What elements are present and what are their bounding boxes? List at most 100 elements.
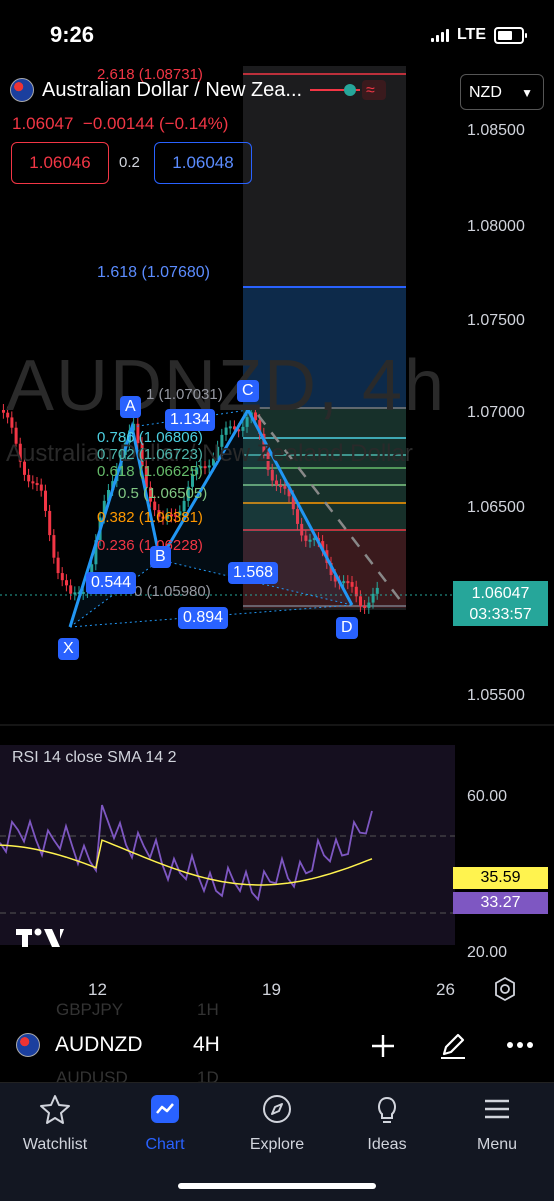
candle-body bbox=[69, 585, 73, 594]
nav-label: Ideas bbox=[367, 1136, 407, 1153]
fib-label-2618: 2.618 (1.08731) bbox=[97, 66, 203, 83]
home-indicator bbox=[178, 1183, 376, 1189]
symbol-flag-icon bbox=[16, 1033, 40, 1057]
time-axis-label: 19 bbox=[262, 980, 281, 999]
star-icon bbox=[40, 1095, 70, 1124]
candle-body bbox=[27, 474, 31, 482]
time-axis-label: 26 bbox=[436, 980, 455, 999]
fib-label-05: 0.5 (1.06505) bbox=[118, 485, 208, 502]
status-time: 9:26 bbox=[50, 22, 95, 47]
market-status-icon: ≈ bbox=[310, 80, 387, 100]
pattern-point-a: A bbox=[120, 396, 141, 418]
price-axis-label: 1.08000 bbox=[467, 218, 525, 235]
tradingview-logo-icon bbox=[16, 928, 64, 947]
candle-body bbox=[350, 582, 354, 587]
drawing-pen-icon[interactable] bbox=[438, 1030, 468, 1060]
candle-body bbox=[56, 557, 60, 574]
buy-button[interactable]: 1.06048 bbox=[154, 142, 252, 184]
ratio-xb: 0.544 bbox=[86, 572, 137, 594]
signal-icon bbox=[430, 28, 449, 42]
more-icon[interactable] bbox=[506, 1040, 534, 1050]
nav-chart[interactable]: Chart bbox=[110, 1093, 220, 1154]
rsi-sma-value: 35.59 bbox=[453, 867, 548, 889]
candle-body bbox=[375, 587, 379, 594]
menu-icon bbox=[485, 1099, 509, 1119]
fib-label-0702: 0.702 (1.06723) bbox=[97, 446, 203, 463]
pattern-point-d: D bbox=[336, 617, 358, 639]
candle-body bbox=[73, 592, 77, 595]
rsi-axis-label: 20.00 bbox=[467, 944, 508, 961]
candle-body bbox=[52, 535, 56, 558]
candle-body bbox=[65, 580, 68, 586]
ratio-xd: 0.894 bbox=[178, 607, 229, 629]
plus-icon[interactable] bbox=[370, 1033, 396, 1059]
candle-body bbox=[39, 484, 43, 491]
svg-text:≈: ≈ bbox=[366, 82, 375, 99]
network-label: LTE bbox=[456, 26, 486, 43]
chart-icon bbox=[151, 1095, 179, 1123]
ratio-bd: 1.568 bbox=[228, 562, 279, 584]
price-change: −0.00144 (−0.14%) bbox=[82, 114, 229, 133]
chevron-down-icon: ▼ bbox=[521, 86, 533, 100]
bar-countdown: 03:33:57 bbox=[469, 606, 532, 623]
nav-label: Menu bbox=[476, 1136, 518, 1153]
symbol-watermark: AUDNZD, 4h bbox=[6, 346, 447, 426]
candle-body bbox=[359, 596, 362, 606]
rsi-value: 33.27 bbox=[453, 892, 548, 914]
lightbulb-icon bbox=[378, 1096, 396, 1123]
fib-label-1: 1 (1.07031) bbox=[146, 386, 223, 403]
time-axis-label: 12 bbox=[88, 980, 107, 999]
nav-explore[interactable]: Explore bbox=[222, 1093, 332, 1154]
interval-button[interactable]: 4H bbox=[193, 1033, 220, 1057]
candle-body bbox=[48, 510, 52, 536]
settings-gear-icon[interactable] bbox=[492, 976, 518, 1002]
price-chart[interactable] bbox=[0, 60, 554, 1000]
candle-body bbox=[2, 410, 5, 413]
nav-label: Explore bbox=[249, 1136, 305, 1153]
nav-watchlist[interactable]: Watchlist bbox=[0, 1093, 110, 1154]
price-axis-label: 1.05500 bbox=[467, 687, 525, 704]
candle-body bbox=[371, 593, 375, 603]
rsi-indicator-title[interactable]: RSI 14 close SMA 14 2 bbox=[12, 749, 177, 767]
spread-value: 0.2 bbox=[119, 154, 140, 171]
candle-body bbox=[44, 490, 47, 511]
sell-button[interactable]: 1.06046 bbox=[11, 142, 109, 184]
ratio-ac: 1.134 bbox=[165, 409, 216, 431]
current-price-tag: 1.06047 03:33:57 bbox=[453, 581, 548, 626]
price-axis-label: 1.08500 bbox=[467, 122, 525, 139]
fib-label-0786: 0.786 (1.06806) bbox=[97, 429, 203, 446]
last-price: 1.06047 bbox=[12, 114, 74, 133]
currency-selector[interactable]: NZD ▼ bbox=[460, 74, 544, 110]
price-axis-label: 1.06500 bbox=[467, 499, 525, 516]
fib-label-1618: 1.618 (1.07680) bbox=[97, 264, 210, 281]
compass-icon bbox=[263, 1095, 291, 1123]
nav-ideas[interactable]: Ideas bbox=[332, 1093, 442, 1154]
nav-label: Chart bbox=[145, 1136, 185, 1153]
symbol-button[interactable]: AUDNZD bbox=[55, 1033, 143, 1057]
candle-body bbox=[363, 605, 367, 608]
nav-menu[interactable]: Menu bbox=[442, 1093, 552, 1154]
status-indicators: LTE bbox=[430, 26, 527, 44]
pattern-point-b: B bbox=[150, 546, 171, 568]
candle-body bbox=[31, 481, 35, 484]
battery-icon bbox=[494, 26, 527, 44]
candle-body bbox=[342, 581, 346, 584]
description-watermark: Australian Dollar / New Zealand Dollar bbox=[6, 440, 413, 467]
price-axis-label: 1.07500 bbox=[467, 312, 525, 329]
candle-body bbox=[60, 573, 64, 581]
rsi-axis-label: 60.00 bbox=[467, 788, 508, 805]
quote-row: 1.06047 −0.00144 (−0.14%) bbox=[12, 114, 228, 134]
candle-body bbox=[367, 602, 371, 608]
au-nz-flag-icon bbox=[10, 78, 34, 102]
pattern-point-c: C bbox=[237, 380, 259, 402]
candle-body bbox=[224, 427, 228, 435]
candle-body bbox=[346, 581, 350, 584]
pattern-point-x: X bbox=[58, 638, 79, 660]
current-price-value: 1.06047 bbox=[471, 585, 530, 602]
fib-label-0382: 0.382 (1.06381) bbox=[97, 509, 203, 526]
prev-interval-ghost: 1H bbox=[197, 1000, 219, 1019]
nav-label: Watchlist bbox=[22, 1136, 88, 1153]
rsi-pane-band bbox=[0, 745, 455, 945]
fib-label-0: 0 (1.05980) bbox=[134, 583, 211, 600]
fib-label-0618: 0.618 (1.06625) bbox=[97, 463, 203, 480]
